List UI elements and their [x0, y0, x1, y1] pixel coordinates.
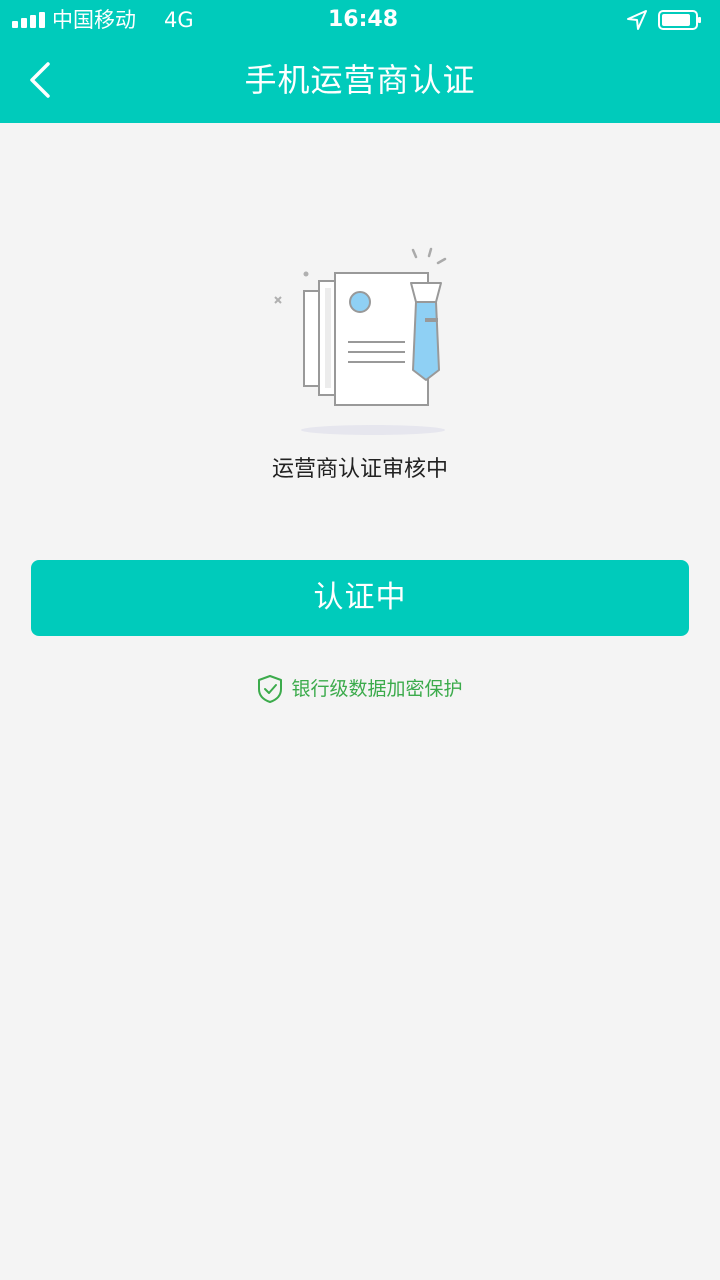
document-with-tie-illustration	[274, 247, 447, 435]
security-text: 银行级数据加密保护	[291, 678, 463, 700]
status-bar: 中国移动 4G 16:48	[0, 0, 720, 40]
verification-status-text: 运营商认证审核中	[271, 457, 448, 482]
battery-icon	[658, 10, 701, 30]
location-arrow-icon	[627, 10, 647, 30]
verifying-button[interactable]: 认证中	[31, 560, 689, 636]
header-bar: 中国移动 4G 16:48 手机运营商认证	[0, 0, 720, 123]
status-time: 16:48	[327, 7, 399, 32]
security-note: 银行级数据加密保护	[0, 674, 720, 706]
shield-check-icon	[258, 675, 283, 703]
page-title: 手机运营商认证	[244, 61, 476, 99]
